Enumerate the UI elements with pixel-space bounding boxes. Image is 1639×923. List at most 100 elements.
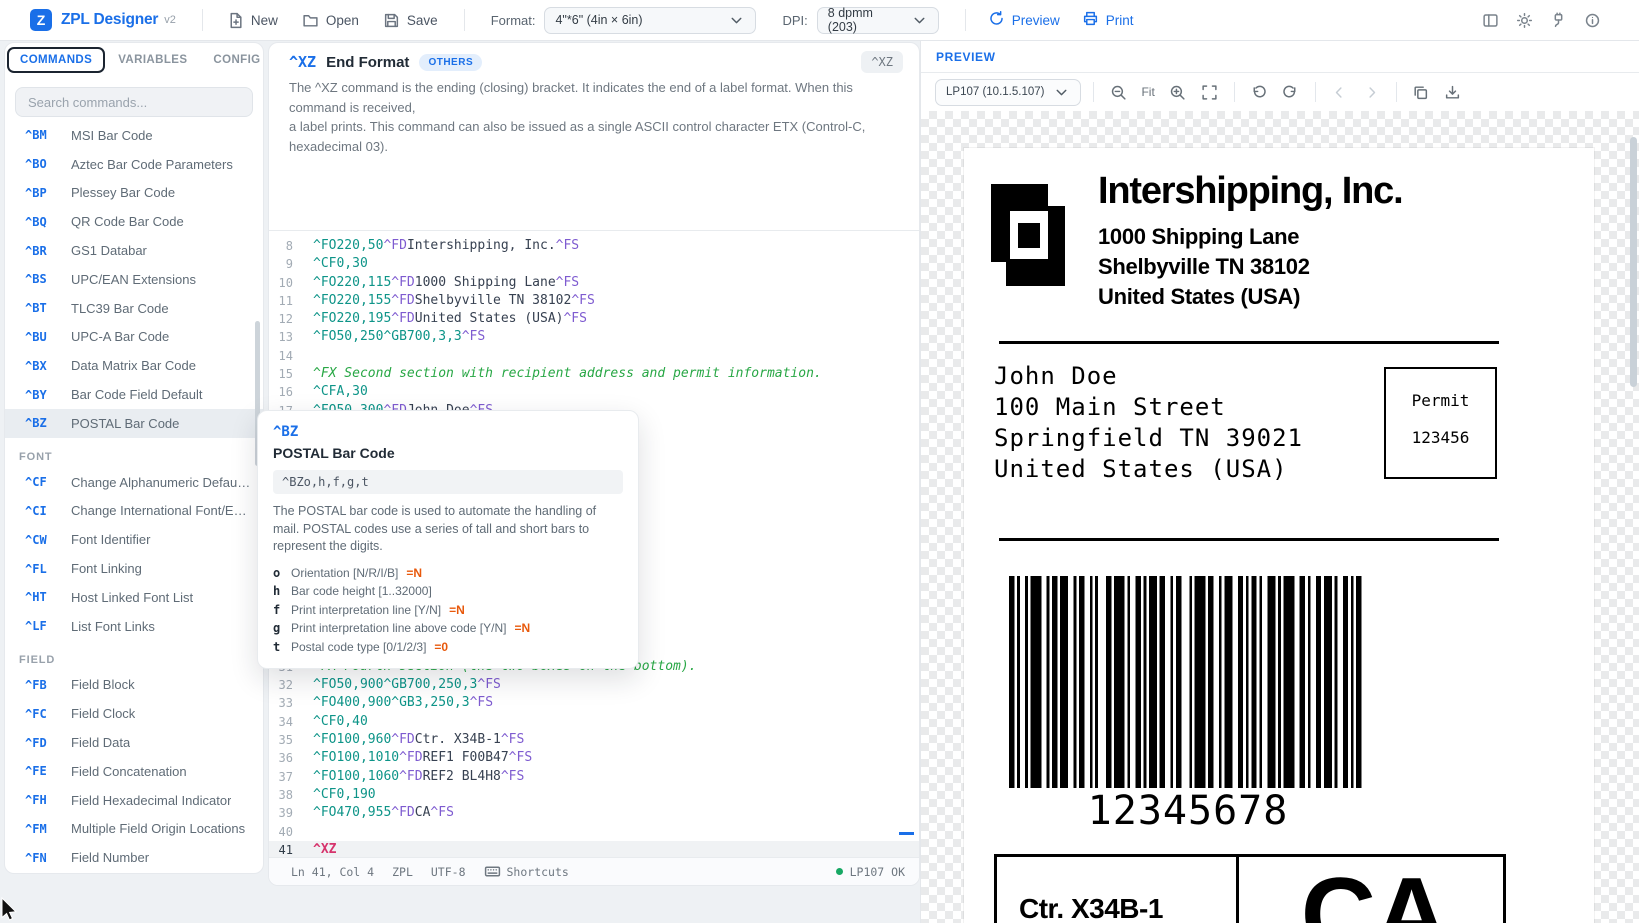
tooltip-signature: ^BZo,h,f,g,t (273, 470, 623, 494)
code-line[interactable]: 16^CFA,30 (269, 383, 919, 401)
printer-select[interactable]: LP107 (10.1.5.107) (935, 79, 1081, 106)
code-line[interactable]: 40 (269, 823, 919, 841)
encoding[interactable]: UTF-8 (431, 865, 466, 879)
copy-icon (1412, 84, 1429, 101)
code-line[interactable]: 33^FO400,900^GB3,250,3^FS (269, 694, 919, 712)
command-code: ^FE (25, 764, 71, 778)
next-page-button[interactable] (1360, 80, 1384, 104)
sidebar-group-header: FIELD (5, 641, 263, 671)
code-line[interactable]: 35^FO100,960^FDCtr. X34B-1^FS (269, 731, 919, 749)
command-code: ^FH (25, 793, 71, 807)
divider (464, 9, 465, 31)
divider (1234, 82, 1235, 102)
sidebar-command-row[interactable]: ^CWFont Identifier (5, 525, 263, 554)
sidebar-command-row[interactable]: ^FLFont Linking (5, 554, 263, 583)
command-list: ^BMMSI Bar Code^BOAztec Bar Code Paramet… (5, 121, 263, 872)
shortcuts-item[interactable]: Shortcuts (484, 863, 569, 880)
sidebar-command-row[interactable]: ^BOAztec Bar Code Parameters (5, 150, 263, 179)
doc-corner-badge: ^XZ (861, 51, 903, 73)
code-line[interactable]: 8^FO220,50^FDIntershipping, Inc.^FS (269, 237, 919, 255)
zoom-in-button[interactable] (1166, 80, 1190, 104)
open-button[interactable]: Open (302, 12, 359, 29)
search-input[interactable] (15, 87, 253, 117)
code-line[interactable]: 34^CF0,40 (269, 713, 919, 731)
tab-variables[interactable]: VARIABLES (105, 48, 200, 72)
fit-button[interactable]: Fit (1138, 85, 1157, 99)
line-number: 38 (269, 786, 313, 804)
command-label: Field Number (71, 850, 149, 865)
sidebar-command-row[interactable]: ^BUUPC-A Bar Code (5, 323, 263, 352)
code-line[interactable]: 14 (269, 347, 919, 365)
preview-canvas[interactable]: Intershipping, Inc. 1000 Shipping Lane S… (921, 111, 1639, 923)
sidebar-command-row[interactable]: ^BRGS1 Databar (5, 236, 263, 265)
command-code: ^HT (25, 590, 71, 604)
sidebar-command-row[interactable]: ^FNField Number (5, 843, 263, 872)
permit-box: Permit 123456 (1384, 367, 1497, 479)
sidebar-command-row[interactable]: ^FEField Concatenation (5, 757, 263, 786)
device-plug-icon[interactable] (1550, 12, 1567, 29)
preview-scrollbar[interactable] (1630, 137, 1637, 387)
code-line[interactable]: 11^FO220,155^FDShelbyville TN 38102^FS (269, 292, 919, 310)
dpi-select[interactable]: 8 dpmm (203) (817, 7, 939, 34)
sidebar-tabs: COMMANDS VARIABLES CONFIG (5, 43, 263, 75)
command-code: ^BZ (25, 416, 71, 430)
theme-sun-icon[interactable] (1516, 12, 1533, 29)
fullscreen-button[interactable] (1198, 80, 1222, 104)
sidebar-command-row[interactable]: ^FCField Clock (5, 699, 263, 728)
format-select[interactable]: 4"*6" (4in × 6in) (544, 7, 756, 34)
status-ok-dot (836, 868, 843, 875)
code-text: ^FO470,955^FDCA^FS (313, 804, 454, 822)
code-line[interactable]: 32^FO50,900^GB700,250,3^FS (269, 676, 919, 694)
divider (1315, 82, 1316, 102)
sidebar-command-row[interactable]: ^CFChange Alphanumeric Default ... (5, 468, 263, 497)
info-icon[interactable] (1584, 12, 1601, 29)
command-code: ^FB (25, 678, 71, 692)
print-button[interactable]: Print (1082, 10, 1134, 30)
download-button[interactable] (1441, 80, 1465, 104)
sidebar-command-row[interactable]: ^BMMSI Bar Code (5, 121, 263, 150)
new-button[interactable]: New (227, 12, 278, 29)
code-line[interactable]: 38^CF0,190 (269, 786, 919, 804)
code-line[interactable]: 39^FO470,955^FDCA^FS (269, 804, 919, 822)
rotate-right-button[interactable] (1279, 80, 1303, 104)
save-button[interactable]: Save (383, 12, 438, 29)
code-line[interactable]: 41^XZ (269, 841, 919, 857)
sidebar-command-row[interactable]: ^BXData Matrix Bar Code (5, 351, 263, 380)
command-code: ^LF (25, 619, 71, 633)
code-line[interactable]: 36^FO100,1010^FDREF1 F00B47^FS (269, 749, 919, 767)
code-line[interactable]: 13^FO50,250^GB700,3,3^FS (269, 328, 919, 346)
prev-page-button[interactable] (1328, 80, 1352, 104)
code-line[interactable]: 10^FO220,115^FD1000 Shipping Lane^FS (269, 274, 919, 292)
sidebar-command-row[interactable]: ^FMMultiple Field Origin Locations (5, 815, 263, 844)
command-label: QR Code Bar Code (71, 214, 184, 229)
copy-button[interactable] (1409, 80, 1433, 104)
rotate-left-button[interactable] (1247, 80, 1271, 104)
sidebar-command-row[interactable]: ^FDField Data (5, 728, 263, 757)
container-id: Ctr. X34B-1 (1019, 893, 1163, 923)
tab-config[interactable]: CONFIG (200, 48, 264, 72)
label-preview: Intershipping, Inc. 1000 Shipping Lane S… (964, 148, 1594, 923)
zoom-out-button[interactable] (1106, 80, 1130, 104)
sidebar-command-row[interactable]: ^LFList Font Links (5, 612, 263, 641)
tab-commands[interactable]: COMMANDS (7, 47, 105, 73)
sidebar-command-row[interactable]: ^FBField Block (5, 671, 263, 700)
code-line[interactable]: 9^CF0,30 (269, 255, 919, 273)
code-line[interactable]: 37^FO100,1060^FDREF2 BL4H8^FS (269, 768, 919, 786)
zoom-out-icon (1110, 84, 1127, 101)
doc-command: ^XZ (289, 53, 316, 71)
sidebar-command-row[interactable]: ^BTTLC39 Bar Code (5, 294, 263, 323)
sidebar-command-row[interactable]: ^HTHost Linked Font List (5, 583, 263, 612)
tooltip-command: ^BZ (273, 424, 623, 440)
sidebar-command-row[interactable]: ^BQQR Code Bar Code (5, 207, 263, 236)
code-line[interactable]: 15^FX Second section with recipient addr… (269, 365, 919, 383)
sidebar-command-row[interactable]: ^BSUPC/EAN Extensions (5, 265, 263, 294)
sidebar-command-row[interactable]: ^BPPlessey Bar Code (5, 179, 263, 208)
language-mode[interactable]: ZPL (392, 865, 413, 879)
sidebar-command-row[interactable]: ^CIChange International Font/Enc... (5, 497, 263, 526)
sidebar-command-row[interactable]: ^FHField Hexadecimal Indicator (5, 786, 263, 815)
preview-button[interactable]: Preview (988, 10, 1060, 30)
sidebar-command-row[interactable]: ^BYBar Code Field Default (5, 380, 263, 409)
layout-panel-icon[interactable] (1482, 12, 1499, 29)
sidebar-command-row[interactable]: ^BZPOSTAL Bar Code (5, 409, 263, 438)
code-line[interactable]: 12^FO220,195^FDUnited States (USA)^FS (269, 310, 919, 328)
